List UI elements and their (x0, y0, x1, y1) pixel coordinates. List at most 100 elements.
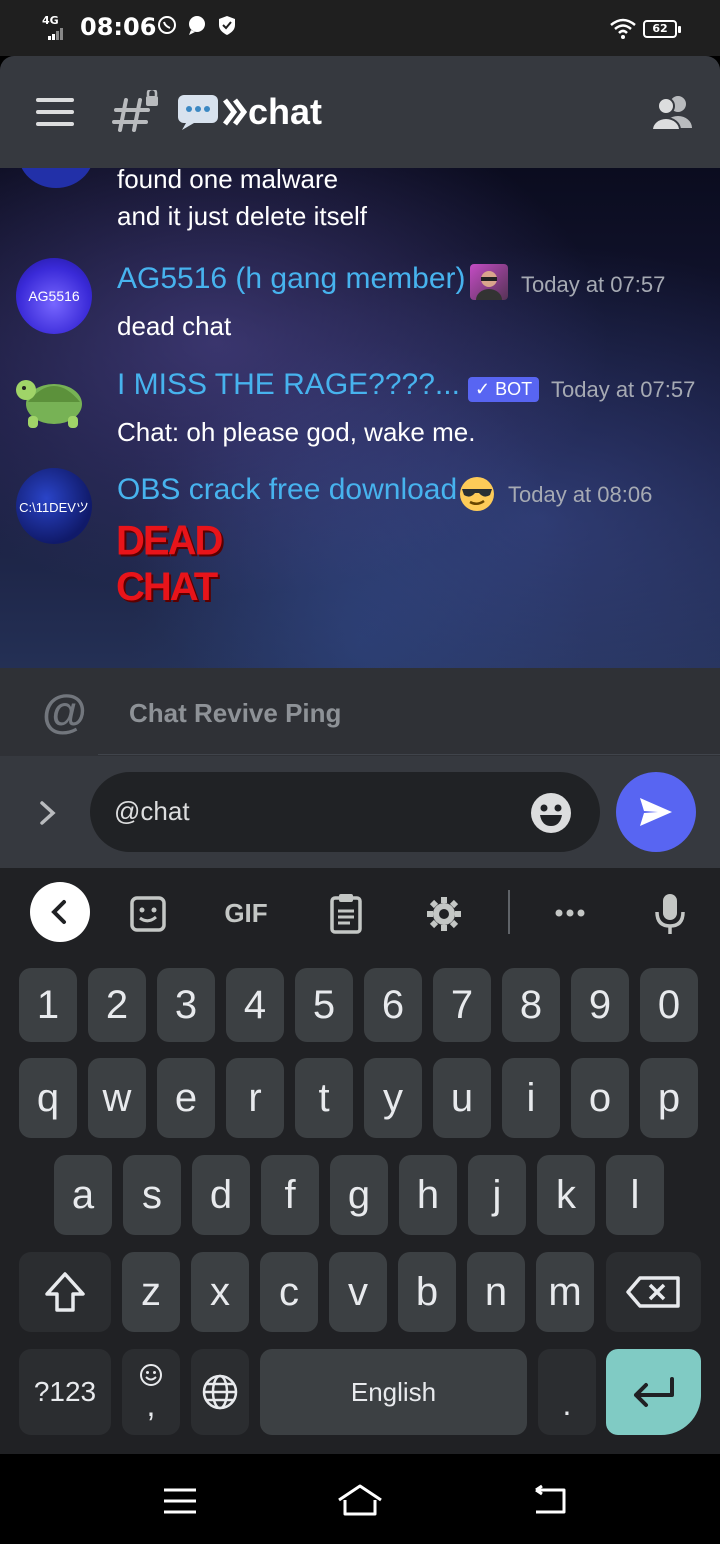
key-7[interactable]: 7 (433, 968, 491, 1042)
message-input[interactable]: @chat (90, 772, 600, 852)
key-3[interactable]: 3 (157, 968, 215, 1042)
clipboard-icon[interactable] (316, 884, 376, 944)
avatar-label: C:\11DEVツ (19, 499, 89, 515)
key-n[interactable]: n (467, 1252, 525, 1332)
key-v[interactable]: v (329, 1252, 387, 1332)
key-k[interactable]: k (537, 1155, 595, 1235)
key-o[interactable]: o (571, 1058, 629, 1138)
channel-name: chat (248, 91, 323, 132)
key-9[interactable]: 9 (571, 968, 629, 1042)
space-key[interactable]: English (260, 1349, 527, 1435)
message-timestamp: Today at 07:57 (551, 377, 696, 402)
sticker[interactable]: DEAD CHAT (116, 517, 223, 613)
gear-icon[interactable] (414, 884, 474, 944)
backspace-icon (626, 1276, 680, 1308)
language-key[interactable] (191, 1349, 249, 1435)
mention-suggestion[interactable]: @ Chat Revive Ping (0, 668, 720, 756)
microphone-icon[interactable] (640, 884, 700, 944)
key-a[interactable]: a (54, 1155, 112, 1235)
message-text: Chat: oh please god, wake me. (117, 417, 476, 447)
comma-label: , (146, 1387, 156, 1423)
message-author[interactable]: I MISS THE RAGE????... (117, 368, 460, 402)
turtle-avatar-icon[interactable] (14, 368, 94, 432)
key-b[interactable]: b (398, 1252, 456, 1332)
gif-button[interactable]: GIF (216, 898, 276, 929)
message-list[interactable]: found one malware and it just delete its… (0, 168, 720, 668)
locked-channel-icon (112, 90, 158, 132)
key-8[interactable]: 8 (502, 968, 560, 1042)
avatar[interactable]: C:\11DEVツ (16, 468, 92, 544)
key-m[interactable]: m (536, 1252, 594, 1332)
at-icon: @ (42, 685, 87, 737)
key-u[interactable]: u (433, 1058, 491, 1138)
key-x[interactable]: x (191, 1252, 249, 1332)
whatsapp-icon (158, 16, 176, 34)
message-input-value: @chat (114, 796, 190, 826)
period-key[interactable]: . (538, 1349, 596, 1435)
key-c[interactable]: c (260, 1252, 318, 1332)
send-icon (640, 798, 672, 826)
status-bar: 4G 08:06 62 (0, 0, 720, 56)
key-e[interactable]: e (157, 1058, 215, 1138)
key-q[interactable]: q (19, 1058, 77, 1138)
key-g[interactable]: g (330, 1155, 388, 1235)
keyboard-back-button[interactable] (30, 882, 90, 942)
enter-icon (634, 1377, 674, 1407)
key-d[interactable]: d (192, 1155, 250, 1235)
divider (98, 754, 720, 755)
key-w[interactable]: w (88, 1058, 146, 1138)
globe-icon (202, 1374, 238, 1410)
key-z[interactable]: z (122, 1252, 180, 1332)
message-author[interactable]: AG5516 (h gang member) (117, 262, 466, 296)
double-chevron-icon (223, 98, 248, 126)
recent-apps-icon[interactable] (162, 1486, 198, 1516)
key-y[interactable]: y (364, 1058, 422, 1138)
shift-key[interactable] (19, 1252, 111, 1332)
back-icon[interactable] (530, 1484, 570, 1518)
network-indicator: 4G (42, 14, 63, 40)
key-4[interactable]: 4 (226, 968, 284, 1042)
key-6[interactable]: 6 (364, 968, 422, 1042)
message-timestamp: Today at 07:57 (521, 272, 666, 297)
more-icon[interactable] (540, 884, 600, 944)
symbols-key[interactable]: ?123 (19, 1349, 111, 1435)
key-i[interactable]: i (502, 1058, 560, 1138)
toolbar-divider (508, 890, 510, 934)
emoji-picker-icon[interactable] (530, 792, 572, 834)
key-f[interactable]: f (261, 1155, 319, 1235)
enter-key[interactable] (606, 1349, 701, 1435)
comma-key[interactable]: , (122, 1349, 180, 1435)
backspace-key[interactable] (606, 1252, 701, 1332)
key-2[interactable]: 2 (88, 968, 146, 1042)
sticker-line: DEAD (116, 517, 223, 565)
status-time: 08:06 (80, 13, 157, 41)
members-icon[interactable] (650, 94, 694, 130)
sticker-line: CHAT (116, 565, 218, 609)
menu-icon[interactable] (36, 98, 76, 128)
avatar[interactable] (18, 168, 94, 188)
chevron-right-icon[interactable] (38, 800, 58, 826)
channel-title: chat (176, 91, 323, 132)
message-author[interactable]: OBS crack free download (117, 473, 457, 507)
key-j[interactable]: j (468, 1155, 526, 1235)
key-1[interactable]: 1 (19, 968, 77, 1042)
key-t[interactable]: t (295, 1058, 353, 1138)
home-icon[interactable] (336, 1482, 384, 1518)
smiley-icon (140, 1364, 162, 1386)
bot-badge: ✓ BOT (468, 377, 540, 402)
message-timestamp: Today at 08:06 (508, 482, 653, 507)
key-l[interactable]: l (606, 1155, 664, 1235)
role-icon (470, 264, 508, 300)
send-button[interactable] (616, 772, 696, 852)
sticker-icon[interactable] (118, 884, 178, 944)
key-h[interactable]: h (399, 1155, 457, 1235)
message-text: found one malware (117, 168, 339, 194)
key-5[interactable]: 5 (295, 968, 353, 1042)
sunglasses-emoji-icon (460, 477, 494, 511)
key-0[interactable]: 0 (640, 968, 698, 1042)
chevron-left-icon (51, 900, 66, 924)
avatar[interactable]: AG5516 (16, 258, 92, 334)
key-s[interactable]: s (123, 1155, 181, 1235)
key-r[interactable]: r (226, 1058, 284, 1138)
key-p[interactable]: p (640, 1058, 698, 1138)
